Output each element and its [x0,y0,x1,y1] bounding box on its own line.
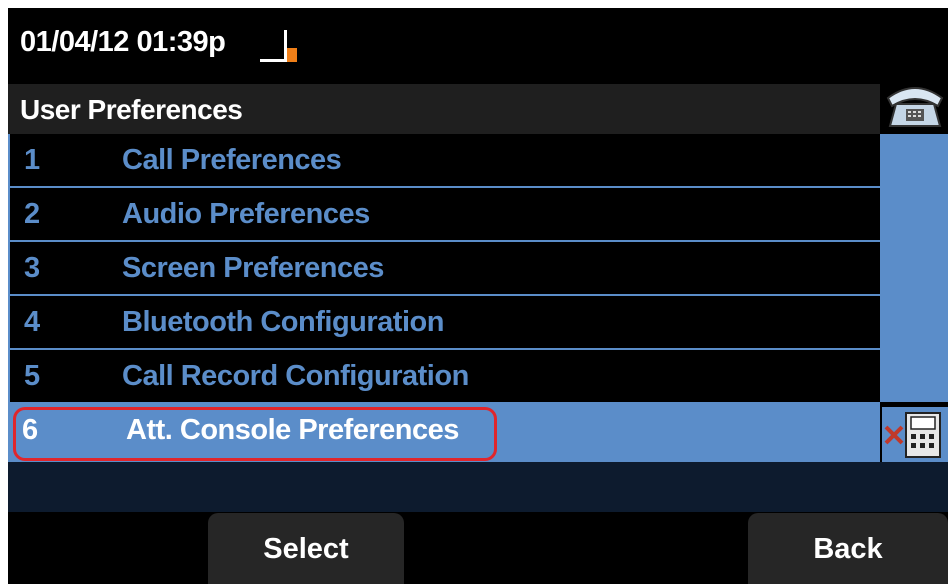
menu-item-screen-preferences[interactable]: 3 Screen Preferences [8,242,880,296]
menu-item-call-record-configuration[interactable]: 5 Call Record Configuration [8,350,880,404]
selection-highlight [13,407,497,461]
menu-item-number: 4 [24,306,41,338]
menu-item-call-preferences[interactable]: 1 Call Preferences [8,134,880,188]
menu-item-label: Screen Preferences [122,252,384,284]
select-softkey-label: Select [263,533,349,565]
menu-item-number: 1 [24,144,41,176]
menu-item-bluetooth-configuration[interactable]: 4 Bluetooth Configuration [8,296,880,350]
line-panel [880,134,948,402]
menu-item-label: Call Preferences [122,144,342,176]
back-softkey-label: Back [813,533,883,565]
menu-item-number: 5 [24,360,41,392]
preferences-menu: 1 Call Preferences 2 Audio Preferences 3… [8,134,880,464]
phone-screen: 01/04/12 01:39p User Preferences 1 Call … [8,8,948,584]
menu-item-label: Audio Preferences [122,198,370,230]
phone-icon[interactable] [882,74,948,134]
signal-strength-icon [260,30,297,62]
menu-item-label: Bluetooth Configuration [122,306,444,338]
menu-item-number: 2 [24,198,41,230]
menu-item-number: 3 [24,252,41,284]
title-bar: User Preferences [8,84,880,134]
empty-list-area [8,462,948,512]
menu-item-label: Call Record Configuration [122,360,469,392]
line-not-registered-icon [882,407,948,462]
status-bar: 01/04/12 01:39p [8,8,948,74]
menu-item-audio-preferences[interactable]: 2 Audio Preferences [8,188,880,242]
menu-item-att-console-preferences[interactable]: 6 Att. Console Preferences [8,404,880,464]
page-title: User Preferences [20,94,243,125]
date-time: 01/04/12 01:39p [20,26,226,58]
select-softkey[interactable]: Select [208,513,404,584]
back-softkey[interactable]: Back [748,513,948,584]
